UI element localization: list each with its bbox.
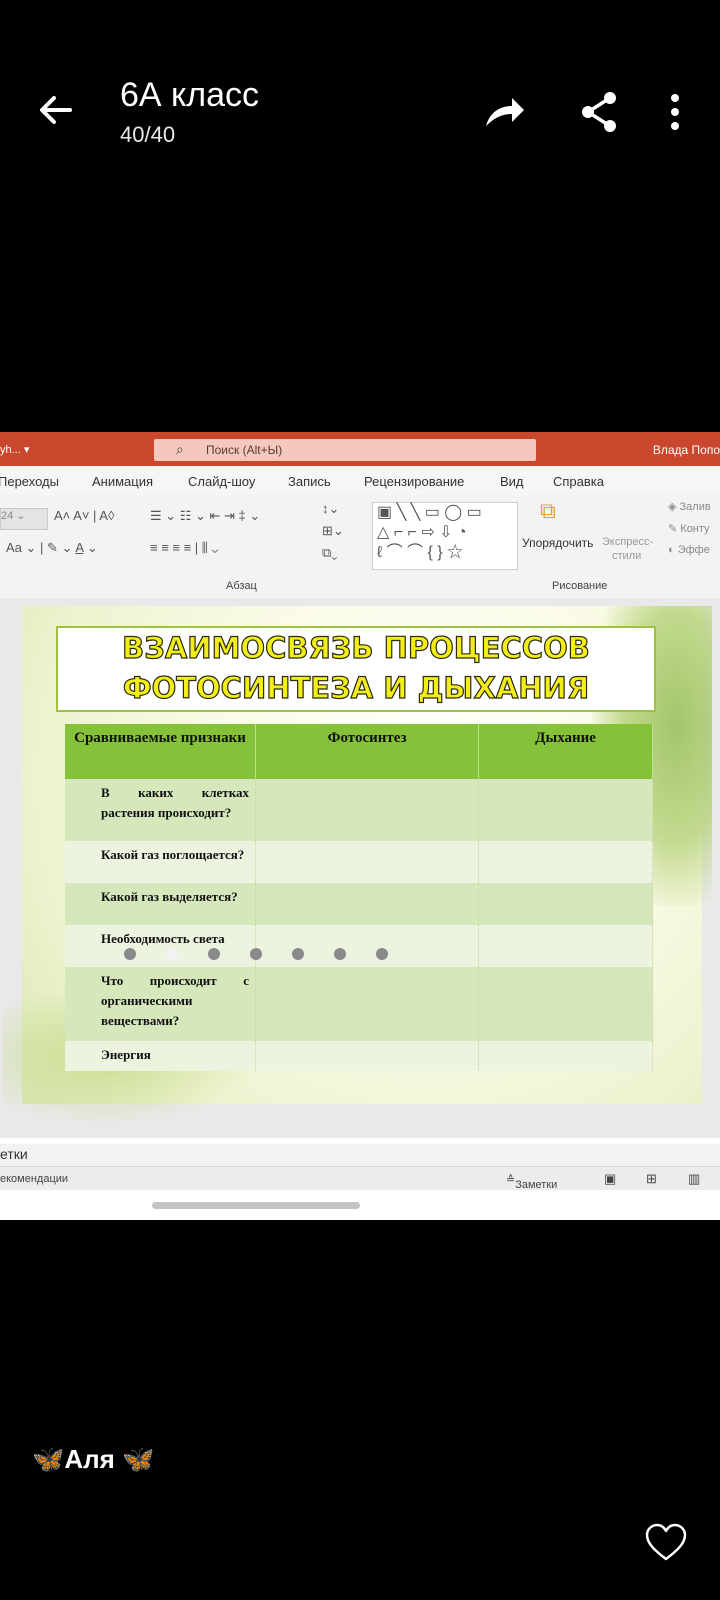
table-row: Какой газ поглощается? bbox=[65, 841, 653, 883]
table-cell bbox=[255, 967, 480, 1041]
more-icon[interactable] bbox=[660, 88, 690, 136]
normal-view-icon[interactable]: ▣ bbox=[604, 1171, 616, 1187]
powerpoint-screenshot: yh... ▾ ⌕ Поиск (Alt+Ы) Влада Попо Перех… bbox=[0, 432, 720, 1220]
arrange-icon: ⧉ bbox=[540, 498, 556, 523]
group-drawing: Рисование bbox=[552, 580, 608, 592]
page-dot[interactable] bbox=[208, 948, 220, 960]
row-label: Какой газ выделяется? bbox=[65, 883, 256, 925]
font-size-select[interactable]: 24 ⌄ bbox=[0, 508, 48, 530]
search-placeholder: Поиск (Alt+Ы) bbox=[206, 443, 283, 457]
header-respiration: Дыхание bbox=[478, 724, 653, 779]
heart-icon[interactable] bbox=[644, 1522, 688, 1562]
page-dot[interactable] bbox=[376, 948, 388, 960]
shape-effects-button[interactable]: ◐ Эффе bbox=[668, 544, 710, 556]
row-label: Какой газ поглощается? bbox=[65, 841, 256, 883]
shape-outline-button[interactable]: ✎ Конту bbox=[668, 522, 710, 535]
recommendations-label[interactable]: екомендации bbox=[0, 1173, 68, 1185]
row-label: В каких клетках растения происходит? bbox=[65, 779, 256, 841]
row-label: Энергия bbox=[65, 1041, 256, 1071]
comparison-table: Сравниваемые признаки Фотосинтез Дыхание… bbox=[65, 724, 653, 1071]
table-header-row: Сравниваемые признаки Фотосинтез Дыхание bbox=[65, 724, 653, 779]
header-features: Сравниваемые признаки bbox=[65, 724, 256, 779]
document-name[interactable]: yh... ▾ bbox=[0, 443, 29, 456]
table-cell bbox=[255, 1041, 480, 1071]
tab-animation[interactable]: Анимация bbox=[92, 474, 153, 489]
tab-slideshow[interactable]: Слайд-шоу bbox=[188, 474, 255, 489]
shapes-gallery[interactable]: ▣ ╲ ╲ ▭ ◯ ▭ △ ⌐ ⌐ ⇨ ⇩ ◔ ℓ ⌒ ⌒ { } ☆ bbox=[372, 502, 518, 570]
table-cell bbox=[255, 883, 480, 925]
slide-indicator bbox=[0, 948, 720, 968]
slide-canvas: ВЗАИМОСВЯЗЬ ПРОЦЕССОВ ФОТОСИНТЕЗА И ДЫХА… bbox=[0, 598, 720, 1138]
search-box[interactable]: ⌕ Поиск (Alt+Ы) bbox=[154, 439, 536, 461]
text-direction-icons[interactable]: ↕⌄ ⊞⌄ ⧉⌄ bbox=[322, 498, 344, 564]
table-cell bbox=[255, 841, 480, 883]
table-cell bbox=[478, 841, 653, 883]
forward-icon[interactable] bbox=[480, 88, 528, 136]
user-name[interactable]: Влада Попо bbox=[653, 443, 720, 457]
notes-pane[interactable]: етки bbox=[0, 1144, 720, 1166]
author-name: 🦋Аля 🦋 bbox=[32, 1444, 155, 1474]
page-dot[interactable] bbox=[292, 948, 304, 960]
page-dot[interactable] bbox=[250, 948, 262, 960]
group-paragraph: Абзац bbox=[226, 580, 257, 592]
table-row: Что происходит с органическими веществам… bbox=[65, 967, 653, 1041]
arrange-button[interactable]: Упорядочить bbox=[522, 536, 593, 550]
table-cell bbox=[478, 883, 653, 925]
table-row: Какой газ выделяется? bbox=[65, 883, 653, 925]
slide-title-line: ВЗАИМОСВЯЗЬ ПРОЦЕССОВ bbox=[122, 630, 591, 665]
table-row: Энергия bbox=[65, 1041, 653, 1071]
tab-record[interactable]: Запись bbox=[288, 474, 331, 489]
tab-view[interactable]: Вид bbox=[500, 474, 524, 489]
image-counter: 40/40 bbox=[120, 122, 176, 147]
table-cell bbox=[478, 1041, 653, 1071]
slide-title: ВЗАИМОСВЯЗЬ ПРОЦЕССОВ ФОТОСИНТЕЗА И ДЫХА… bbox=[56, 626, 656, 712]
ribbon-tabs: Переходы Анимация Слайд-шоу Запись Рецен… bbox=[0, 466, 720, 494]
status-bar: екомендации ≙ Заметки ▣ ⊞ ▥ bbox=[0, 1166, 720, 1191]
notes-toggle-button[interactable]: ≙ Заметки bbox=[506, 1173, 557, 1191]
taskbar-area bbox=[0, 1190, 720, 1220]
express-styles-label: стили bbox=[612, 550, 642, 562]
top-app-bar: 6А класс 40/40 bbox=[0, 70, 720, 150]
tab-transitions[interactable]: Переходы bbox=[0, 474, 59, 489]
tab-help[interactable]: Справка bbox=[553, 474, 604, 489]
table-cell bbox=[478, 967, 653, 1041]
notes-label: етки bbox=[0, 1146, 28, 1162]
header-photosynthesis: Фотосинтез bbox=[255, 724, 480, 779]
search-icon: ⌕ bbox=[176, 441, 184, 457]
page-dot[interactable] bbox=[334, 948, 346, 960]
express-styles-button[interactable]: Экспресс- bbox=[602, 536, 653, 548]
table-cell bbox=[255, 779, 480, 841]
row-label: Что происходит с органическими веществам… bbox=[65, 967, 256, 1041]
ribbon: 24 ⌄ A˄ A˅ | A◊ Aa ⌄ | ✎ ⌄ A ⌄ ☰ ⌄ ☷ ⌄ ⇤… bbox=[0, 494, 720, 599]
tab-review[interactable]: Рецензирование bbox=[364, 474, 464, 489]
share-icon[interactable] bbox=[576, 88, 624, 136]
back-arrow-icon[interactable] bbox=[34, 88, 78, 132]
align-icons[interactable]: ≡ ≡ ≡ ≡ | ⫼ ⌄ bbox=[150, 540, 218, 556]
page-dot-active[interactable] bbox=[166, 948, 178, 960]
change-case-icon[interactable]: Aa ⌄ | ✎ ⌄ A ⌄ bbox=[6, 540, 98, 556]
horizontal-scrollbar[interactable] bbox=[152, 1202, 360, 1209]
reading-view-icon[interactable]: ▥ bbox=[688, 1171, 700, 1187]
ppt-title-bar: yh... ▾ ⌕ Поиск (Alt+Ы) Влада Попо bbox=[0, 432, 720, 466]
slide[interactable]: ВЗАИМОСВЯЗЬ ПРОЦЕССОВ ФОТОСИНТЕЗА И ДЫХА… bbox=[2, 606, 712, 1126]
shape-fill-button[interactable]: ◈ Залив bbox=[668, 500, 711, 513]
list-icons[interactable]: ☰ ⌄ ☷ ⌄ ⇤ ⇥ ‡ ⌄ bbox=[150, 508, 260, 524]
page-dot[interactable] bbox=[124, 948, 136, 960]
album-title: 6А класс bbox=[120, 76, 260, 114]
slide-title-line: ФОТОСИНТЕЗА И ДЫХАНИЯ bbox=[122, 670, 590, 705]
table-row: В каких клетках растения происходит? bbox=[65, 779, 653, 841]
font-grow-icon[interactable]: A˄ A˅ | A◊ bbox=[54, 508, 114, 523]
slide-sorter-icon[interactable]: ⊞ bbox=[646, 1171, 657, 1187]
table-cell bbox=[478, 779, 653, 841]
